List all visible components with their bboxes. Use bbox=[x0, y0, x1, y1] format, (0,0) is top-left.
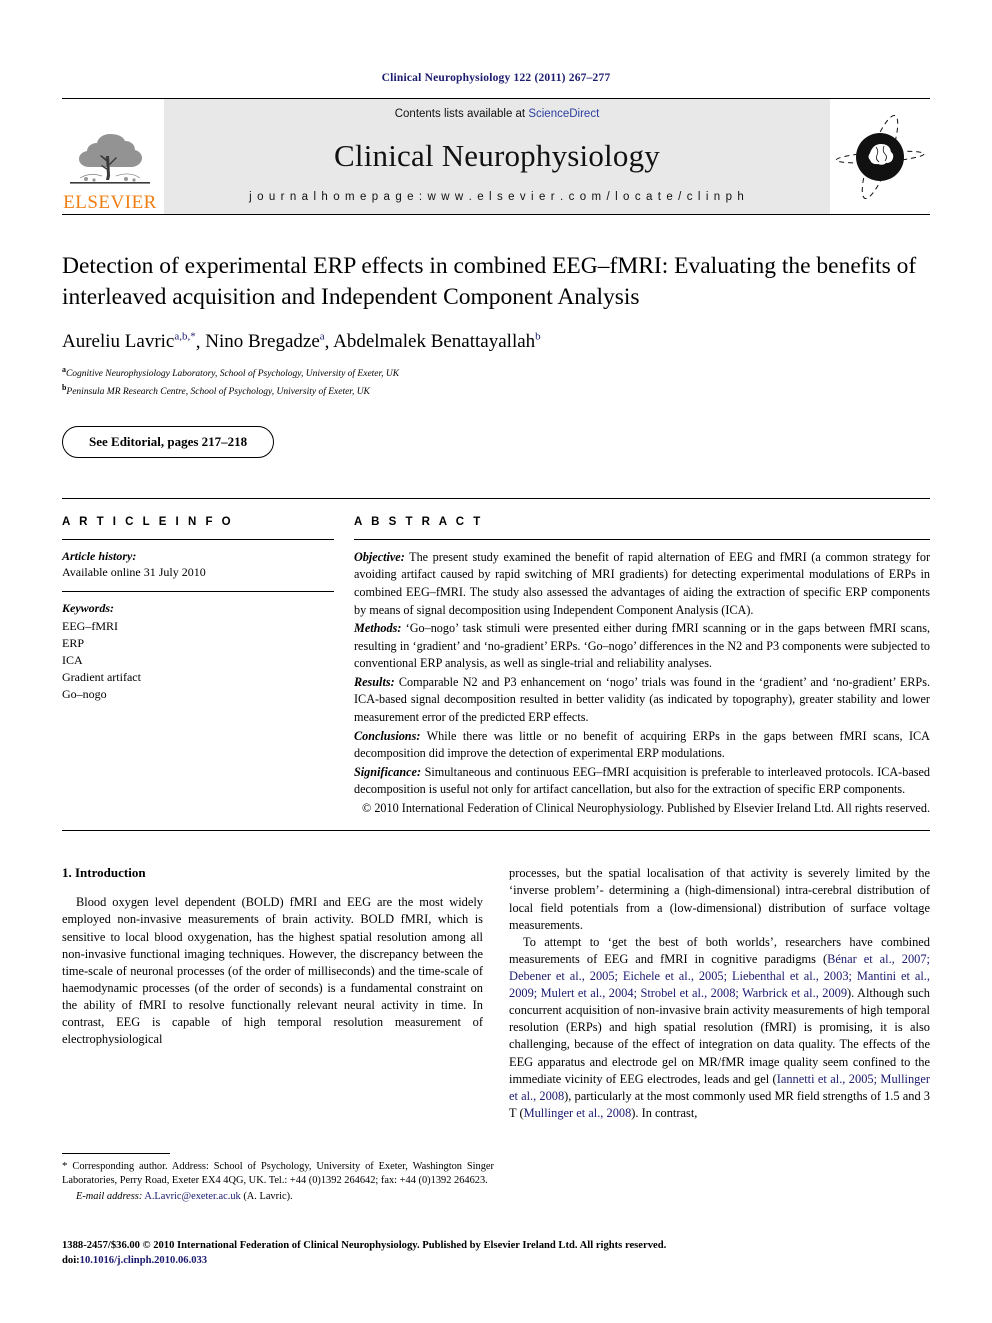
article-history-label: Article history: bbox=[62, 548, 137, 563]
keywords-rule bbox=[62, 590, 334, 592]
footnote-email-line: E-mail address: A.Lavric@exeter.ac.uk (A… bbox=[62, 1190, 494, 1204]
author-entry: Abdelmalek Benattayallahb bbox=[333, 331, 541, 352]
article-info-column: A R T I C L E I N F O Article history: A… bbox=[62, 516, 354, 818]
article-info-rule bbox=[62, 538, 334, 540]
author-affil-mark: a bbox=[319, 331, 325, 344]
brain-circle-icon bbox=[835, 114, 925, 199]
keyword-item: Gradient artifact bbox=[62, 669, 141, 684]
paragraph: To attempt to ‘get the best of both worl… bbox=[509, 934, 930, 1122]
affiliation-text: Peninsula MR Research Centre, School of … bbox=[66, 387, 370, 398]
body-text-left: Blood oxygen level dependent (BOLD) fMRI… bbox=[62, 894, 483, 1048]
page-title: Detection of experimental ERP effects in… bbox=[62, 253, 917, 311]
keyword-item: Go–nogo bbox=[62, 687, 107, 702]
author-name: Aureliu Lavric bbox=[62, 331, 175, 353]
body-text-right: processes, but the spatial localisation … bbox=[509, 865, 930, 1122]
elsevier-logo: ELSEVIER bbox=[62, 99, 158, 214]
abstract-section-label: Methods: bbox=[354, 621, 402, 636]
body-column-right: processes, but the spatial localisation … bbox=[509, 865, 930, 1122]
abstract-section-text: Simultaneous and continuous EEG–fMRI acq… bbox=[354, 764, 930, 797]
paper-page: Clinical Neurophysiology 122 (2011) 267–… bbox=[0, 0, 992, 1323]
keywords-label: Keywords: bbox=[62, 600, 114, 615]
abstract-section: Results: Comparable N2 and P3 enhancemen… bbox=[354, 674, 930, 727]
paragraph-fragment: ). In contrast, bbox=[631, 1105, 698, 1120]
abstract-bottom-rule-wrap bbox=[62, 830, 930, 832]
keyword-list: EEG–fMRI ERP ICA Gradient artifact Go–no… bbox=[62, 618, 334, 703]
email-link[interactable]: A.Lavric@exeter.ac.uk bbox=[144, 1191, 240, 1202]
keyword-item: ERP bbox=[62, 635, 85, 650]
corresponding-author-footnote: * Corresponding author. Address: School … bbox=[62, 1153, 494, 1204]
journal-title: Clinical Neurophysiology bbox=[334, 137, 660, 173]
abstract-column: A B S T R A C T Objective: The present s… bbox=[354, 516, 930, 818]
email-address-label: E-mail address: bbox=[76, 1191, 143, 1203]
abstract-bottom-rule bbox=[62, 830, 930, 832]
footnote-rule bbox=[62, 1153, 170, 1154]
abstract-section-text: While there was little or no benefit of … bbox=[354, 728, 930, 761]
elsevier-tree-icon bbox=[70, 134, 150, 184]
issn-copyright-line: 1388-2457/$36.00 © 2010 International Fe… bbox=[62, 1240, 667, 1251]
see-editorial-badge[interactable]: See Editorial, pages 217–218 bbox=[62, 425, 275, 458]
body-column-left: 1. Introduction Blood oxygen level depen… bbox=[62, 865, 483, 1122]
abstract-section: Conclusions: While there was little or n… bbox=[354, 728, 930, 763]
footnote-text: * Corresponding author. Address: School … bbox=[62, 1159, 494, 1204]
journal-emblem bbox=[830, 99, 930, 214]
title-block: Detection of experimental ERP effects in… bbox=[62, 251, 930, 458]
keyword-item: ICA bbox=[62, 652, 83, 667]
author-affil-mark: a,b,* bbox=[174, 331, 196, 344]
abstract-section: Objective: The present study examined th… bbox=[354, 549, 930, 619]
footnote-address: Corresponding author. Address: School of… bbox=[62, 1161, 494, 1187]
article-history-value: Available online 31 July 2010 bbox=[62, 564, 206, 579]
abstract-section-text: The present study examined the benefit o… bbox=[354, 549, 930, 617]
sciencedirect-link[interactable]: ScienceDirect bbox=[528, 108, 599, 120]
imprint-block: 1388-2457/$36.00 © 2010 International Fe… bbox=[62, 1238, 942, 1269]
doi-label: doi: bbox=[62, 1255, 80, 1267]
author-name: Abdelmalek Benattayallah bbox=[333, 331, 536, 353]
masthead-bottom-rule bbox=[62, 214, 930, 215]
contents-prefix: Contents lists available at bbox=[394, 108, 529, 120]
abstract-section-text: Comparable N2 and P3 enhancement on ‘nog… bbox=[354, 674, 930, 724]
abstract-heading: A B S T R A C T bbox=[354, 515, 484, 528]
doi-line: doi:10.1016/j.clinph.2010.06.033 bbox=[62, 1253, 942, 1268]
abstract-body: Objective: The present study examined th… bbox=[354, 549, 930, 817]
doi-link[interactable]: 10.1016/j.clinph.2010.06.033 bbox=[80, 1255, 207, 1266]
author-entry: Nino Bregadzea bbox=[205, 331, 324, 352]
abstract-section-label: Conclusions: bbox=[354, 728, 421, 743]
citation-link[interactable]: Mullinger et al., 2008 bbox=[524, 1106, 632, 1120]
sciencedirect-banner: Contents lists available at ScienceDirec… bbox=[164, 99, 830, 214]
article-info-heading: A R T I C L E I N F O bbox=[62, 515, 234, 528]
author-affil-mark: b bbox=[535, 331, 541, 344]
journal-homepage-line[interactable]: j o u r n a l h o m e p a g e : w w w . … bbox=[249, 191, 745, 203]
abstract-section: Methods: ‘Go–nogo’ task stimuli were pre… bbox=[354, 620, 930, 673]
paragraph: processes, but the spatial localisation … bbox=[509, 866, 930, 932]
author-name: Nino Bregadze bbox=[205, 331, 320, 353]
elsevier-wordmark: ELSEVIER bbox=[63, 192, 157, 213]
info-abstract-region: A R T I C L E I N F O Article history: A… bbox=[62, 497, 930, 818]
section-heading-introduction: 1. Introduction bbox=[62, 865, 146, 881]
author-entry: Aureliu Lavrica,b,* bbox=[62, 331, 196, 352]
keyword-item: EEG–fMRI bbox=[62, 618, 118, 633]
abstract-section-label: Significance: bbox=[354, 764, 422, 779]
abstract-rule bbox=[354, 538, 930, 540]
journal-masthead: ELSEVIER Contents lists available at Sci… bbox=[62, 99, 930, 214]
abstract-copyright: © 2010 International Federation of Clini… bbox=[362, 800, 930, 815]
body-columns: 1. Introduction Blood oxygen level depen… bbox=[62, 865, 930, 1122]
affiliation-item: bPeninsula MR Research Centre, School of… bbox=[62, 382, 930, 400]
abstract-section: Significance: Simultaneous and continuou… bbox=[354, 764, 930, 799]
affiliation-item: aCognitive Neurophysiology Laboratory, S… bbox=[62, 364, 930, 382]
affiliation-text: Cognitive Neurophysiology Laboratory, Sc… bbox=[65, 369, 400, 380]
affiliation-list: aCognitive Neurophysiology Laboratory, S… bbox=[62, 364, 930, 400]
contents-available-line: Contents lists available at ScienceDirec… bbox=[395, 108, 600, 120]
abstract-section-label: Results: bbox=[354, 674, 395, 689]
running-head: Clinical Neurophysiology 122 (2011) 267–… bbox=[381, 72, 611, 84]
author-list: Aureliu Lavrica,b,*, Nino Bregadzea, Abd… bbox=[62, 331, 541, 353]
abstract-section-text: ‘Go–nogo’ task stimuli were presented ei… bbox=[354, 621, 930, 671]
paragraph: Blood oxygen level dependent (BOLD) fMRI… bbox=[62, 895, 483, 1047]
abstract-section-label: Objective: bbox=[354, 549, 405, 564]
email-owner: (A. Lavric). bbox=[240, 1191, 293, 1203]
